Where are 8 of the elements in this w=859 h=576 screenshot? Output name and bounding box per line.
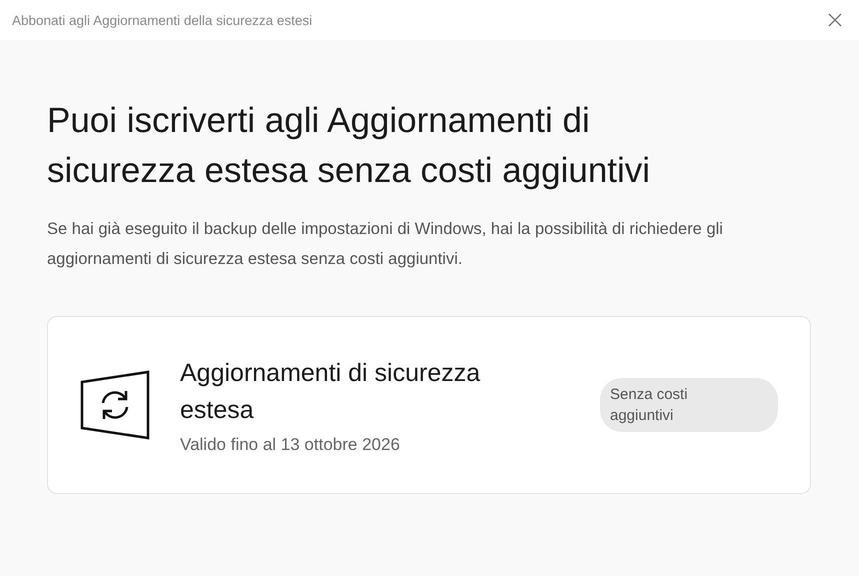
close-icon bbox=[827, 12, 843, 28]
offer-validity: Valido fino al 13 ottobre 2026 bbox=[180, 435, 401, 455]
description: Se hai già eseguito il backup delle impostazioni di Windows, hai la possibilità di richiedere gli aggiornamenti di sicurezza estesa senza costi aggiuntivi. bbox=[47, 219, 724, 270]
window-title: Abbonati agli Aggiornamenti della sicurezza estesi bbox=[12, 12, 312, 28]
window-refresh-icon bbox=[80, 370, 150, 440]
offer-title: Aggiornamenti di sicurezza estesa bbox=[180, 358, 482, 426]
price-badge: Senza costi aggiuntivi bbox=[600, 378, 778, 432]
heading: Puoi iscriverti agli Aggiornamenti di sicurezza estesa senza costi aggiuntivi bbox=[47, 100, 652, 192]
